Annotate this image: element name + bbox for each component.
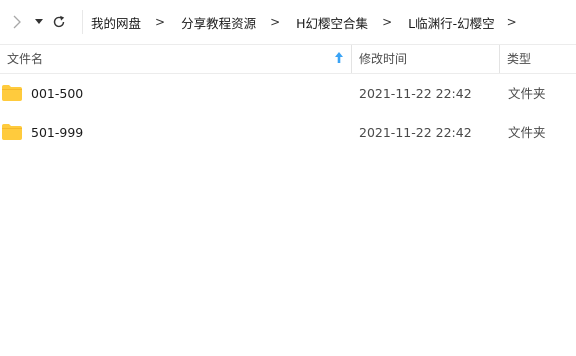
refresh-icon [53,15,65,28]
refresh-button[interactable] [48,11,70,33]
column-header-row: 文件名 修改时间 类型 [0,44,576,74]
file-row[interactable]: 501-999 2021-11-22 22:42 文件夹 [0,115,576,151]
breadcrumb-item-collection[interactable]: H幻樱空合集 [294,13,370,32]
folder-icon [2,124,22,140]
column-header-modified[interactable]: 修改时间 [359,45,407,73]
forward-button[interactable] [6,11,28,33]
column-divider[interactable] [351,45,352,73]
file-row[interactable]: 001-500 2021-11-22 22:42 文件夹 [0,76,576,112]
caret-down-icon [35,19,43,24]
breadcrumb-item-my-drive[interactable]: 我的网盘 [89,13,143,32]
file-type: 文件夹 [508,86,546,101]
history-dropdown-button[interactable] [28,11,50,33]
file-name[interactable]: 501-999 [31,115,83,151]
breadcrumb-item-current-folder[interactable]: L临渊行-幻樱空 [406,13,496,32]
file-modified-date: 2021-11-22 22:42 [359,86,472,101]
sort-up-arrow-icon[interactable] [334,51,344,65]
file-modified-date: 2021-11-22 22:42 [359,125,472,140]
navigation-bar: 我的网盘 > 分享教程资源 > H幻樱空合集 > L临渊行-幻樱空 > [0,0,576,44]
file-explorer-window: 我的网盘 > 分享教程资源 > H幻樱空合集 > L临渊行-幻樱空 > 文件名 … [0,0,576,356]
breadcrumb-separator[interactable]: > [155,15,165,29]
column-divider[interactable] [499,45,500,73]
breadcrumb-separator[interactable]: > [382,15,392,29]
chevron-right-icon [13,15,21,29]
column-header-type[interactable]: 类型 [507,45,531,73]
folder-icon [2,85,22,101]
breadcrumb: 我的网盘 > 分享教程资源 > H幻樱空合集 > L临渊行-幻樱空 > [82,10,571,34]
file-name[interactable]: 001-500 [31,76,83,112]
breadcrumb-separator[interactable]: > [270,15,280,29]
breadcrumb-separator[interactable]: > [507,15,517,29]
file-type: 文件夹 [508,125,546,140]
breadcrumb-item-share-tutorials[interactable]: 分享教程资源 [179,13,258,32]
column-header-name[interactable]: 文件名 [7,45,43,73]
